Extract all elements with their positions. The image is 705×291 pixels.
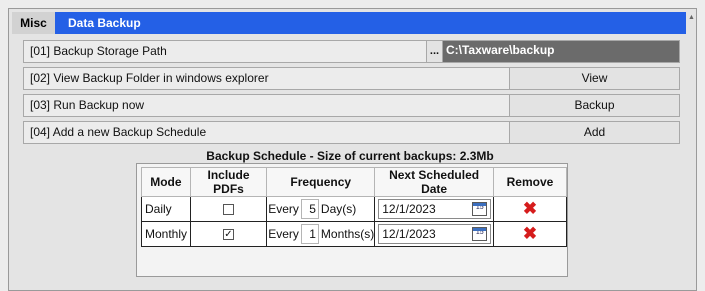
frequency-unit-label: Months(s) [320,227,375,241]
date-picker[interactable]: 12/1/2023 15 [378,199,492,219]
view-folder-label: [02] View Backup Folder in windows explo… [30,71,269,85]
column-header-frequency: Frequency [266,167,376,197]
mode-cell: Daily [141,196,191,222]
schedule-title: Backup Schedule - Size of current backup… [206,149,494,163]
every-label: Every [268,202,299,216]
column-header-remove: Remove [492,167,568,197]
row-run-backup: [03] Run Backup now Backup [23,94,680,117]
storage-path-label: [01] Backup Storage Path [30,44,167,58]
include-pdfs-checkbox[interactable]: ✓ [223,228,234,240]
add-button[interactable]: Add [509,122,679,143]
date-picker[interactable]: 12/1/2023 15 [378,224,492,244]
frequency-cell: Every 5 Day(s) [266,196,376,222]
next-date-cell: 12/1/2023 15 [374,221,494,247]
column-header-include-pdfs: Include PDFs [189,167,268,197]
column-header-next-date: Next Scheduled Date [374,167,494,197]
frequency-input[interactable]: 1 [300,224,319,244]
frequency-input[interactable]: 5 [300,199,319,219]
frequency-unit-label: Day(s) [320,202,357,216]
view-button[interactable]: View [509,68,679,89]
column-header-mode: Mode [141,167,191,197]
tab-misc[interactable]: Misc [12,12,55,34]
row-view-folder: [02] View Backup Folder in windows explo… [23,67,680,90]
date-value: 12/1/2023 [382,202,436,216]
every-label: Every [268,227,299,241]
calendar-icon[interactable]: 15 [472,227,488,241]
remove-cell: ✖ [492,221,568,247]
run-backup-label: [03] Run Backup now [30,98,145,112]
include-pdfs-cell: ✓ [189,221,268,247]
date-value: 12/1/2023 [382,227,436,241]
include-pdfs-checkbox[interactable] [223,203,234,215]
page-title: Data Backup [68,16,141,30]
table-row: Daily Every 5 Day(s) 12/1/2023 15 ✖ [141,196,568,222]
mode-cell: Monthly [141,221,191,247]
remove-cell: ✖ [492,196,568,222]
next-date-cell: 12/1/2023 15 [374,196,494,222]
table-header-row: Mode Include PDFs Frequency Next Schedul… [141,167,568,197]
add-schedule-label: [04] Add a new Backup Schedule [30,125,207,139]
frequency-cell: Every 1 Months(s) [266,221,376,247]
row-storage-path: [01] Backup Storage Path ... C:\Taxware\… [23,40,680,63]
browse-button[interactable]: ... [426,41,443,62]
backup-button[interactable]: Backup [509,95,679,116]
schedule-table-container: Mode Include PDFs Frequency Next Schedul… [136,163,568,277]
storage-path-field[interactable]: C:\Taxware\backup [443,41,679,62]
calendar-icon[interactable]: 15 [472,202,488,216]
close-icon[interactable]: ✖ [494,222,566,246]
row-add-schedule: [04] Add a new Backup Schedule Add [23,121,680,144]
schedule-table: Mode Include PDFs Frequency Next Schedul… [141,167,568,247]
table-row: Monthly ✓ Every 1 Months(s) 12/1/2023 15… [141,221,568,247]
include-pdfs-cell [189,196,268,222]
close-icon[interactable]: ✖ [494,197,566,221]
scroll-up-icon[interactable]: ▲ [686,12,697,24]
